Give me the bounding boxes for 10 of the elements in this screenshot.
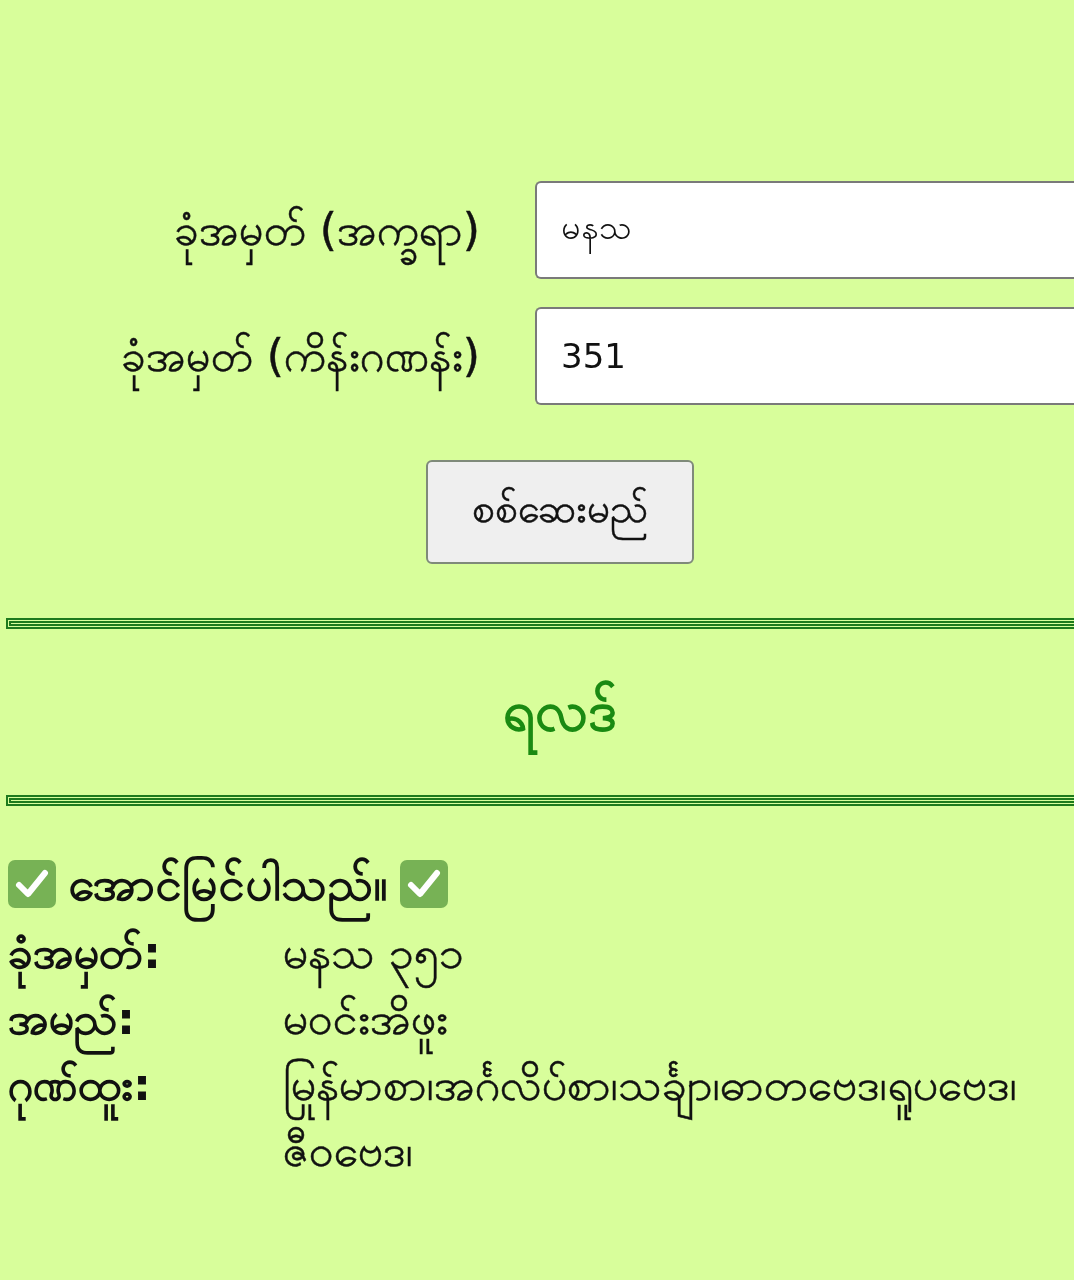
submit-button[interactable]: စစ်ဆေးမည်	[426, 460, 694, 564]
input-field[interactable]: 351	[535, 307, 1074, 405]
input-field[interactable]: မနသ	[535, 181, 1074, 279]
info-value: မြန်မာစာ၊အင်္ဂလိပ်စာ၊သင်္ချာ၊ဓာတုဗေဒ၊ရူပဗေဒ၊ဇီဝဗေဒ၊	[283, 1057, 1018, 1179]
check-icon	[8, 860, 56, 908]
field-label: ခုံအမှတ် (ကိန်းဂဏန်း)	[6, 321, 480, 391]
field-label: ခုံအမှတ် (အက္ခရာ)	[6, 195, 480, 265]
check-icon	[400, 860, 448, 908]
result-heading: ရလဒ်	[503, 667, 617, 755]
status-message: အောင်မြင်ပါသည်။	[68, 848, 388, 920]
